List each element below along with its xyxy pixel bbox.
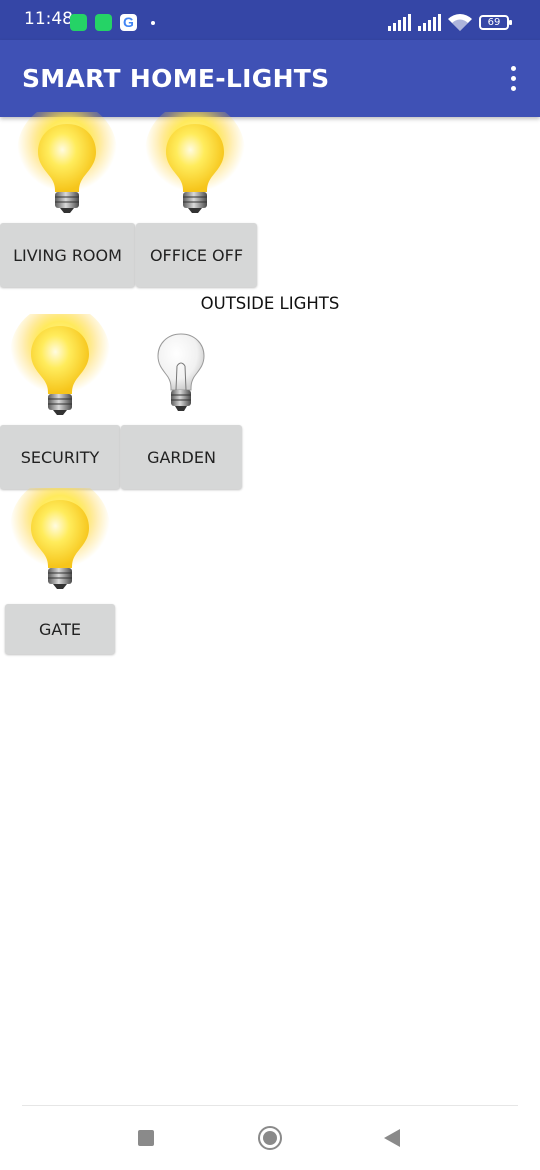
lightbulb-on-icon [145,112,245,213]
status-bar: 11:48 G 69 [0,0,540,40]
nav-divider [22,1105,518,1106]
office-button[interactable]: OFFICE OFF [136,223,257,287]
wifi-icon [448,14,472,31]
status-time: 11:48 [24,9,73,29]
outside-lights-heading: OUTSIDE LIGHTS [200,294,340,313]
navigation-bar [0,1105,540,1170]
app-title: SMART HOME-LIGHTS [22,64,330,93]
signal-icon [418,14,441,31]
gate-button[interactable]: GATE [5,604,115,654]
lightbulb-on-icon [17,112,117,213]
back-triangle-icon[interactable] [382,1128,402,1148]
battery-level: 69 [487,17,501,28]
lightbulb-on-icon [10,314,110,415]
lightbulb-off-icon [157,333,205,411]
garden-button[interactable]: GARDEN [121,425,242,489]
google-icon: G [120,14,137,31]
lightbulb-on-icon [10,488,110,589]
whatsapp-business-icon [95,14,112,31]
dot-icon [151,21,155,25]
signal-icon [388,14,411,31]
more-vertical-icon[interactable] [508,66,518,92]
recents-square-icon[interactable] [138,1130,154,1146]
security-button[interactable]: SECURITY [0,425,120,489]
living-room-button[interactable]: LIVING ROOM [0,223,135,287]
home-circle-icon[interactable] [258,1126,282,1150]
battery-icon: 69 [479,15,512,30]
whatsapp-icon [70,14,87,31]
app-bar: SMART HOME-LIGHTS [0,40,540,117]
